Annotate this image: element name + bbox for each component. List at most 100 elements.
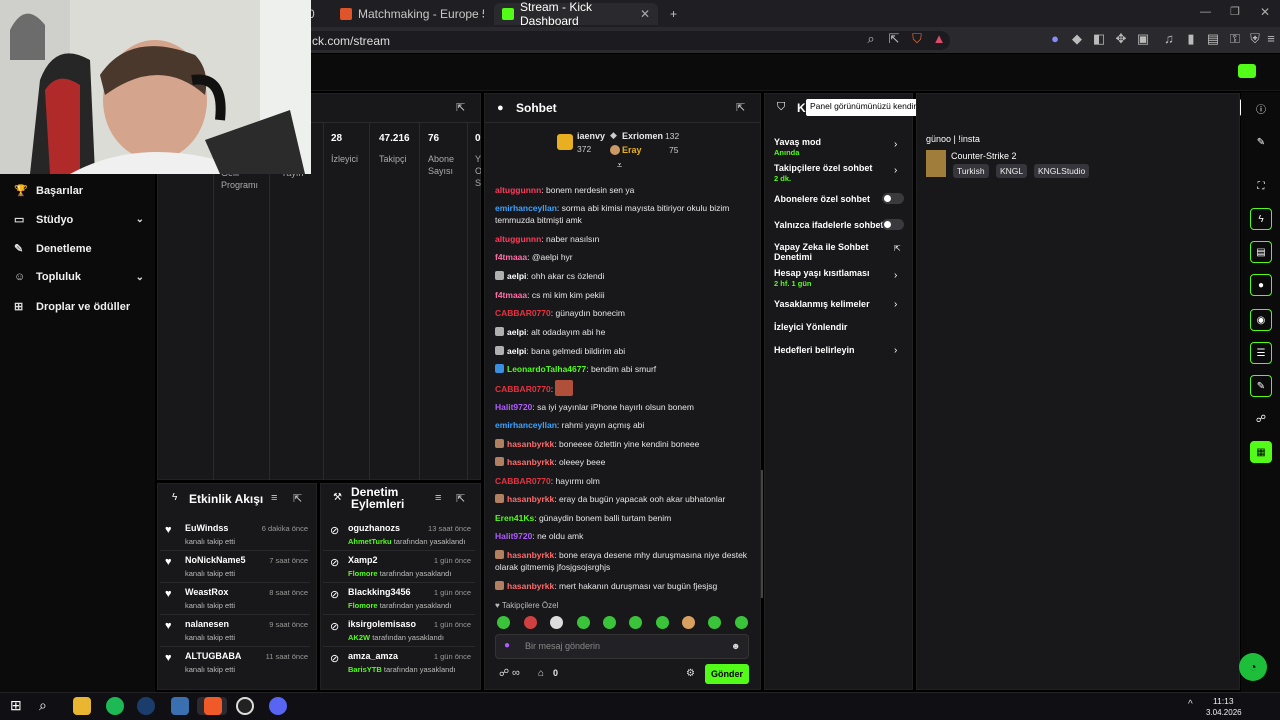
sidebar-icon[interactable]: ▮ — [1182, 31, 1200, 47]
chat-username[interactable]: LeonardoTalha4677 — [507, 364, 586, 374]
toggle-switch[interactable] — [882, 193, 904, 204]
tag-chip[interactable]: KNGL — [996, 164, 1028, 178]
chat-username[interactable]: emirhanceyllan — [495, 203, 557, 213]
emote-icon[interactable] — [735, 616, 748, 629]
setting-item[interactable]: Yasaklanmış kelimeler — [774, 299, 904, 309]
chat-username[interactable]: hasanbyrkk — [507, 494, 554, 504]
filter-icon[interactable]: ≡ — [271, 492, 277, 504]
chat-username[interactable]: hasanbyrkk — [507, 439, 554, 449]
close-window-icon[interactable]: ✕ — [1260, 5, 1270, 19]
emote-icon[interactable] — [497, 616, 510, 629]
lightning-icon[interactable]: ϟ — [1250, 208, 1272, 230]
feed-username[interactable]: EuWindss — [185, 523, 228, 533]
chat-username[interactable]: altuggunnn — [495, 185, 541, 195]
toggle-switch[interactable] — [882, 219, 904, 230]
emote-icon[interactable] — [682, 616, 695, 629]
minimize-icon[interactable]: — — [1200, 6, 1211, 18]
emote-icon[interactable] — [708, 616, 721, 629]
app-icon[interactable] — [171, 697, 189, 715]
tab-kick-dashboard[interactable]: Stream - Kick Dashboard ✕ — [494, 0, 658, 28]
emote-icon[interactable] — [656, 616, 669, 629]
banned-username[interactable]: oguzhanozs — [348, 523, 400, 533]
support-icon[interactable]: ◔ — [1239, 653, 1267, 681]
kick-logo-icon[interactable] — [1238, 64, 1256, 78]
banned-username[interactable]: Xamp2 — [348, 555, 378, 565]
url-text[interactable]: ck.com/stream — [312, 34, 390, 48]
emoji-icon[interactable]: ☻ — [731, 641, 740, 651]
clock-time[interactable]: 11:13 — [1213, 696, 1234, 706]
windows-icon[interactable]: ⊞ — [10, 697, 28, 715]
banned-username[interactable]: Blackking3456 — [348, 587, 411, 597]
emote-icon[interactable] — [550, 616, 563, 629]
sidebar-item-drops[interactable]: ⊞ Droplar ve ödüller — [14, 300, 144, 314]
filter-icon[interactable]: ≡ — [435, 492, 441, 504]
edit-icon[interactable]: ✎ — [1250, 131, 1272, 153]
extension-icon[interactable]: ● — [1046, 31, 1064, 46]
setting-item[interactable]: Hedefleri belirleyin — [774, 345, 904, 355]
feed-username[interactable]: NoNickName5 — [185, 555, 246, 565]
emote-icon[interactable] — [524, 616, 537, 629]
chat-username[interactable]: Eren41Ks — [495, 513, 534, 523]
chart-icon[interactable]: ▦ — [1250, 441, 1272, 463]
sidebar-item-moderation[interactable]: ✎ Denetleme — [14, 242, 144, 256]
zoom-icon[interactable]: ⌕ — [862, 31, 880, 47]
moderator-name[interactable]: BarisYTB — [348, 665, 382, 674]
rewards-icon[interactable]: ▲ — [930, 31, 948, 46]
popout-icon[interactable]: ⇱ — [293, 492, 302, 505]
chat-username[interactable]: altuggunnn — [495, 234, 541, 244]
chat-username[interactable]: Halit9720 — [495, 402, 532, 412]
tray-chevron-icon[interactable]: ^ — [1188, 699, 1193, 710]
external-link-icon[interactable]: ⇱ — [894, 244, 901, 253]
layers-icon[interactable]: ☰ — [1250, 342, 1272, 364]
emote-icon[interactable] — [603, 616, 616, 629]
new-tab-button[interactable]: + — [662, 3, 682, 25]
emote-icon[interactable] — [577, 616, 590, 629]
tag-chip[interactable]: KNGLStudio — [1034, 164, 1090, 178]
close-icon[interactable]: ✕ — [640, 7, 650, 21]
steam-icon[interactable] — [137, 697, 155, 715]
obs-icon[interactable] — [236, 697, 254, 715]
chat-username[interactable]: CABBAR0770 — [495, 308, 551, 318]
wallet-icon[interactable]: ▤ — [1204, 31, 1222, 47]
setting-item[interactable]: Yapay Zeka ile Sohbet Denetimi — [774, 242, 904, 262]
chat-username[interactable]: Halit9720 — [495, 531, 532, 541]
chat-username[interactable]: aelpi — [507, 346, 526, 356]
users-icon[interactable]: ☍ — [1250, 408, 1272, 430]
moderator-name[interactable]: AK2W — [348, 633, 370, 642]
sidebar-item-studio[interactable]: ▭ Stüdyo ⌄ — [14, 213, 144, 227]
chat-icon[interactable]: ● — [1250, 274, 1272, 296]
microphone-icon[interactable]: ● — [504, 640, 510, 651]
folder-icon[interactable] — [73, 697, 91, 715]
search-icon[interactable]: ⌕ — [39, 697, 57, 715]
feed-username[interactable]: ALTUGBABA — [185, 651, 241, 661]
chevron-right-icon[interactable]: › — [894, 299, 897, 310]
chevron-right-icon[interactable]: › — [894, 165, 897, 176]
popout-icon[interactable]: ⇱ — [736, 101, 745, 114]
banned-username[interactable]: amza_amza — [348, 651, 398, 661]
chevron-right-icon[interactable]: › — [894, 270, 897, 281]
chat-username[interactable]: aelpi — [507, 327, 526, 337]
setting-item[interactable]: İzleyici Yönlendir — [774, 322, 904, 332]
chat-username[interactable]: emirhanceyllan — [495, 420, 557, 430]
chat-username[interactable]: f4tmaaa — [495, 290, 527, 300]
chevron-right-icon[interactable]: › — [894, 345, 897, 356]
feed-username[interactable]: WeastRox — [185, 587, 228, 597]
document-icon[interactable]: ▤ — [1250, 241, 1272, 263]
vpn-icon[interactable]: ⚿ — [1226, 31, 1244, 47]
broadcast-icon[interactable]: ◉ — [1250, 309, 1272, 331]
discord-icon[interactable] — [269, 697, 287, 715]
clock-date[interactable]: 3.04.2026 — [1206, 708, 1242, 717]
chat-username[interactable]: hasanbyrkk — [507, 550, 554, 560]
gear-icon[interactable]: ⚙ — [686, 668, 695, 679]
setting-item[interactable]: Yavaş mod Anında — [774, 137, 904, 158]
feed-username[interactable]: nalanesen — [185, 619, 229, 629]
brave-shield-icon[interactable]: ⛉ — [908, 31, 926, 47]
send-button[interactable]: Gönder — [705, 664, 749, 684]
sidebar-item-achievements[interactable]: 🏆 Başarılar — [14, 184, 144, 198]
tab-matchmaking[interactable]: Matchmaking - Europe 5v5 Queue — [332, 3, 492, 25]
chat-username[interactable]: CABBAR0770 — [495, 384, 551, 394]
popout-icon[interactable]: ⇱ — [456, 101, 465, 114]
restore-icon[interactable]: ❐ — [1230, 5, 1240, 18]
setting-item[interactable]: Takipçilere özel sohbet 2 dk. — [774, 163, 904, 184]
chat-username[interactable]: f4tmaaa — [495, 252, 527, 262]
